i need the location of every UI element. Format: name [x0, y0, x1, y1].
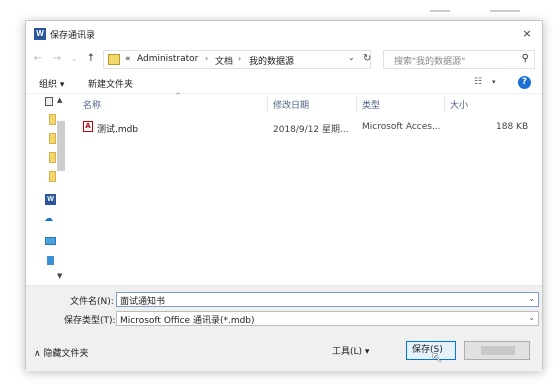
breadcrumb-overflow[interactable]: « — [125, 54, 131, 64]
save-options-panel: 文件名(N): 面试通知书 ⌄ 保存类型(T): Microsoft Offic… — [26, 285, 542, 371]
view-dropdown-button[interactable]: ▾ — [492, 78, 496, 86]
toolbar: 组织 ▾ 新建文件夹 ☷ ▾ ? — [26, 74, 542, 94]
recent-locations-button[interactable]: ⌄ — [68, 52, 80, 66]
folder-icon — [108, 54, 120, 65]
column-header-size[interactable]: 大小 — [450, 98, 468, 111]
filename-label: 文件名(N): — [70, 297, 114, 307]
window-title: 保存通讯录 — [50, 31, 96, 41]
nav-pane-scroll-thumb[interactable] — [57, 121, 65, 171]
this-pc-icon[interactable] — [45, 237, 56, 245]
breadcrumb-documents[interactable]: 文档 — [215, 54, 233, 67]
folder-icon[interactable] — [49, 133, 56, 144]
close-button[interactable]: × — [518, 25, 536, 43]
column-divider[interactable] — [356, 97, 357, 111]
word-app-icon: W — [34, 28, 46, 40]
filetype-value: Microsoft Office 通讯录(*.mdb) — [120, 316, 255, 326]
network-icon[interactable] — [47, 256, 54, 265]
column-header-name[interactable]: 名称 — [83, 98, 101, 111]
breadcrumb-separator[interactable]: › — [238, 54, 241, 63]
title-bar: W 保存通讯录 × — [26, 21, 542, 47]
refresh-icon[interactable]: ↻ — [363, 53, 371, 64]
filename-value: 面试通知书 — [120, 297, 166, 307]
scroll-down-arrow[interactable]: ▼ — [57, 272, 62, 280]
breadcrumb-my-data-sources[interactable]: 我的数据源 — [249, 54, 294, 67]
forward-button[interactable]: → — [51, 52, 63, 66]
hide-folders-button[interactable]: ∧ 隐藏文件夹 — [34, 346, 88, 359]
help-icon[interactable]: ? — [518, 76, 531, 89]
filetype-select[interactable]: Microsoft Office 通讯录(*.mdb) ⌄ — [116, 311, 539, 326]
address-bar[interactable]: « Administrator › 文档 › 我的数据源 — [103, 50, 371, 69]
onedrive-cloud-icon[interactable]: ☁ — [44, 214, 53, 224]
save-dialog: W 保存通讯录 × ← → ⌄ ↑ « Administrator › 文档 ›… — [25, 20, 544, 371]
view-options-icon[interactable]: ☷ — [474, 77, 482, 87]
folder-icon[interactable] — [49, 152, 56, 163]
file-type: Microsoft Acces... — [362, 122, 441, 132]
mouse-cursor-icon: ↖ — [431, 350, 443, 366]
new-folder-button[interactable]: 新建文件夹 — [88, 77, 133, 90]
cancel-button[interactable] — [464, 341, 530, 360]
tools-menu-button[interactable]: 工具(L) ▾ — [332, 344, 369, 357]
column-divider[interactable] — [444, 97, 445, 111]
breadcrumb-administrator[interactable]: Administrator — [137, 54, 198, 64]
chevron-down-icon[interactable]: ⌄ — [528, 294, 535, 303]
chevron-down-icon[interactable]: ⌄ — [528, 313, 535, 322]
file-name: 测试.mdb — [97, 125, 139, 135]
back-button[interactable]: ← — [32, 52, 44, 66]
filename-input[interactable]: 面试通知书 ⌄ — [116, 292, 539, 307]
search-box[interactable]: 搜索"我的数据源" ⚲ — [383, 50, 535, 69]
filetype-label: 保存类型(T): — [64, 316, 116, 326]
background-scrap — [490, 10, 520, 12]
search-icon[interactable]: ⚲ — [522, 53, 529, 64]
quick-access-icon[interactable] — [45, 97, 53, 106]
file-row[interactable]: A 测试.mdb 2018/9/12 星期... Microsoft Acces… — [72, 118, 542, 136]
blurred-label — [481, 346, 515, 355]
access-file-icon: A — [83, 121, 93, 132]
navigation-pane: ▲ W ☁ ▼ — [26, 94, 70, 284]
breadcrumb-separator[interactable]: › — [205, 54, 208, 63]
folder-icon[interactable] — [49, 171, 56, 182]
column-header-type[interactable]: 类型 — [362, 98, 380, 111]
word-icon[interactable]: W — [45, 194, 56, 205]
sort-ascending-icon: ^ — [175, 92, 181, 100]
folder-icon[interactable] — [49, 114, 56, 125]
organize-button[interactable]: 组织 ▾ — [39, 77, 64, 90]
search-placeholder: 搜索"我的数据源" — [394, 57, 466, 67]
navigation-bar: ← → ⌄ ↑ « Administrator › 文档 › 我的数据源 ⌄ ↻… — [26, 49, 542, 71]
column-divider[interactable] — [267, 97, 268, 111]
up-button[interactable]: ↑ — [85, 52, 97, 66]
file-list: 名称 ^ 修改日期 类型 大小 A 测试.mdb 2018/9/12 星期...… — [72, 92, 544, 284]
file-size: 188 KB — [496, 122, 529, 132]
address-dropdown-button[interactable]: ⌄ — [348, 53, 355, 62]
background-scrap — [430, 10, 450, 12]
file-modified: 2018/9/12 星期... — [273, 125, 349, 135]
column-header-modified[interactable]: 修改日期 — [273, 98, 309, 111]
